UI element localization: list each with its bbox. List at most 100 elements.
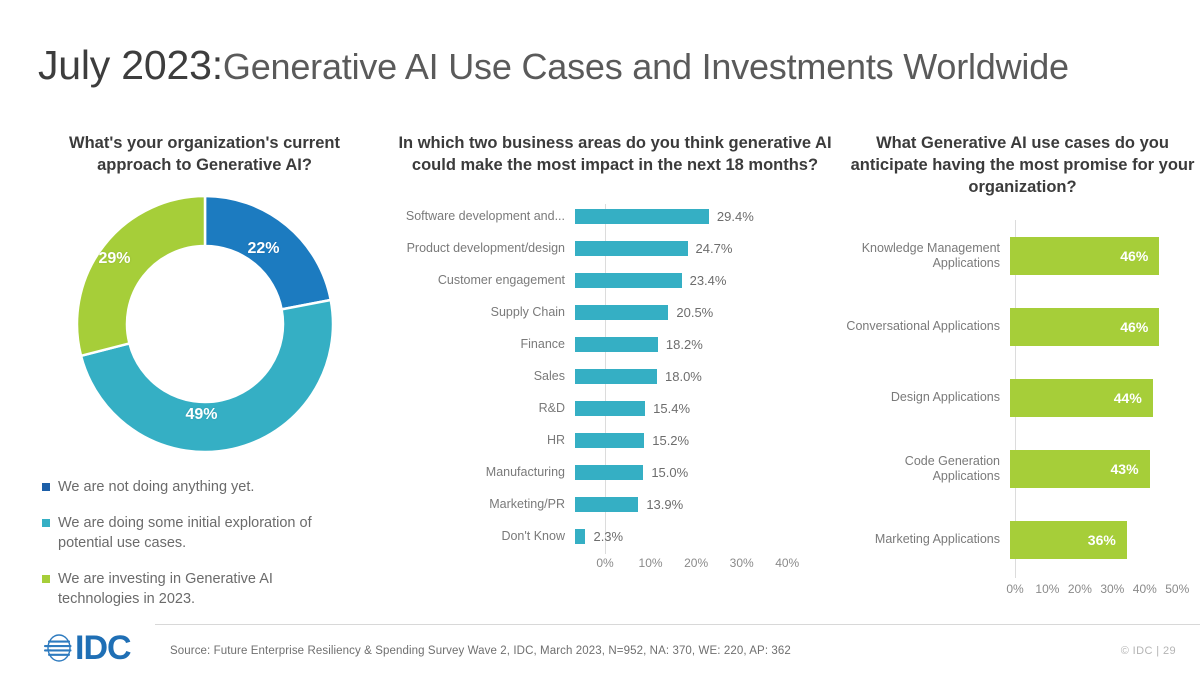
bar-track: 18.2% bbox=[575, 336, 835, 352]
bar-fill[interactable]: 36% bbox=[1010, 520, 1127, 559]
bar-row[interactable]: Product development/design 24.7% bbox=[395, 232, 835, 264]
bar-category-label: Don't Know bbox=[501, 528, 565, 543]
donut-slice-value-0: 22% bbox=[247, 240, 280, 257]
bar-fill[interactable] bbox=[575, 464, 644, 480]
footer-divider bbox=[155, 624, 1200, 625]
bar-track: 15.2% bbox=[575, 432, 835, 448]
bar-category-label: Marketing Applications bbox=[874, 532, 1000, 546]
bar-category-label: Supply Chain bbox=[490, 304, 565, 319]
donut-slice-2[interactable] bbox=[75, 194, 206, 358]
bar-fill[interactable] bbox=[575, 304, 669, 320]
bar-fill[interactable] bbox=[575, 528, 586, 544]
bar-category-label: Customer engagement bbox=[437, 272, 565, 287]
legend-swatch-icon bbox=[42, 483, 50, 491]
bar-value-label: 29.4% bbox=[716, 208, 754, 224]
bar-track: 2.3% bbox=[575, 528, 835, 544]
copyright-note: © IDC | 29 bbox=[1120, 645, 1176, 657]
bar-fill[interactable] bbox=[575, 272, 682, 288]
x-tick-label: 40% bbox=[775, 556, 800, 570]
bar-value-label: 2.3% bbox=[593, 528, 624, 544]
bar-value-label: 24.7% bbox=[695, 240, 733, 256]
bar-track: 46% bbox=[1010, 236, 1200, 275]
bar-value-label: 46% bbox=[1120, 247, 1149, 264]
bar-fill[interactable] bbox=[575, 496, 639, 512]
usecase-bar-rows: Knowledge Management Applications 46% Conv… bbox=[845, 220, 1200, 575]
bar-row[interactable]: Customer engagement 23.4% bbox=[395, 264, 835, 296]
bar-category-label: Knowledge Management Applications bbox=[861, 240, 1000, 270]
bar-row[interactable]: R&D 15.4% bbox=[395, 392, 835, 424]
bar-row[interactable]: Supply Chain 20.5% bbox=[395, 296, 835, 328]
page-title-strong: July 2023: bbox=[38, 42, 223, 88]
bar-track: 44% bbox=[1010, 378, 1200, 417]
x-tick-label: 20% bbox=[1067, 582, 1092, 596]
bar-row[interactable]: Marketing/PR 13.9% bbox=[395, 488, 835, 520]
bar-category-label: Sales bbox=[533, 368, 565, 383]
bar-track: 23.4% bbox=[575, 272, 835, 288]
bar-track: 43% bbox=[1010, 449, 1200, 488]
bar-row[interactable]: Sales 18.0% bbox=[395, 360, 835, 392]
bar-category-label: R&D bbox=[538, 400, 565, 415]
x-tick-label: 0% bbox=[596, 556, 614, 570]
bar-value-label: 18.0% bbox=[665, 368, 702, 384]
bar-value-label: 36% bbox=[1087, 531, 1116, 548]
legend-item-label: We are investing in Generative AI techno… bbox=[58, 571, 273, 607]
bar-row[interactable]: Marketing Applications 36% bbox=[845, 504, 1200, 575]
bar-row[interactable]: Don't Know 2.3% bbox=[395, 520, 835, 552]
panel-approach-title: What's your organization's current appro… bbox=[69, 134, 340, 174]
bar-row[interactable]: Design Applications 44% bbox=[845, 362, 1200, 433]
legend-item-0[interactable]: We are not doing anything yet. bbox=[42, 477, 377, 497]
x-tick-label: 20% bbox=[684, 556, 709, 570]
donut-slice-value-1: 49% bbox=[185, 406, 218, 423]
idc-globe-icon bbox=[44, 634, 72, 662]
bar-fill[interactable] bbox=[575, 368, 657, 384]
bar-fill[interactable] bbox=[575, 400, 646, 416]
bar-fill[interactable]: 44% bbox=[1010, 378, 1153, 417]
x-tick-label: 40% bbox=[1132, 582, 1157, 596]
x-tick-label: 10% bbox=[638, 556, 663, 570]
legend-item-2[interactable]: We are investing in Generative AI techno… bbox=[42, 569, 377, 609]
bar-fill[interactable] bbox=[575, 432, 645, 448]
footer: IDC Source: Future Enterprise Resiliency… bbox=[0, 621, 1200, 675]
bar-value-label: 18.2% bbox=[665, 336, 703, 352]
panel-usecases: What Generative AI use cases do you anti… bbox=[845, 132, 1200, 596]
legend-item-label: We are doing some initial exploration of… bbox=[58, 515, 312, 551]
bar-row[interactable]: Conversational Applications 46% bbox=[845, 291, 1200, 362]
bar-fill[interactable]: 43% bbox=[1010, 449, 1150, 488]
bar-fill[interactable] bbox=[575, 336, 658, 352]
bar-value-label: 15.0% bbox=[651, 464, 689, 480]
bar-fill[interactable]: 46% bbox=[1010, 307, 1160, 346]
bar-value-label: 13.9% bbox=[646, 496, 684, 512]
bar-category-label: Product development/design bbox=[406, 240, 565, 255]
bar-track: 20.5% bbox=[575, 304, 835, 320]
idc-logo: IDC bbox=[44, 631, 132, 665]
bar-fill[interactable]: 46% bbox=[1010, 236, 1160, 275]
bar-category-label: Code Generation Applications bbox=[904, 453, 1000, 483]
bar-row[interactable]: Code Generation Applications 43% bbox=[845, 433, 1200, 504]
bar-row[interactable]: HR 15.2% bbox=[395, 424, 835, 456]
bar-track: 46% bbox=[1010, 307, 1200, 346]
bar-value-label: 20.5% bbox=[676, 304, 714, 320]
bar-row[interactable]: Software development and... 29.4% bbox=[395, 200, 835, 232]
footer-divider-right bbox=[1058, 624, 1178, 625]
legend-item-1[interactable]: We are doing some initial exploration of… bbox=[42, 513, 377, 553]
bar-fill[interactable] bbox=[575, 208, 709, 224]
bar-row[interactable]: Finance 18.2% bbox=[395, 328, 835, 360]
bar-value-label: 15.2% bbox=[652, 432, 690, 448]
bar-row[interactable]: Knowledge Management Applications 46% bbox=[845, 220, 1200, 291]
donut-slice-value-2: 29% bbox=[98, 250, 131, 267]
bar-track: 15.4% bbox=[575, 400, 835, 416]
bar-track: 24.7% bbox=[575, 240, 835, 256]
legend-swatch-icon bbox=[42, 519, 50, 527]
bar-track: 13.9% bbox=[575, 496, 835, 512]
bar-row[interactable]: Manufacturing 15.0% bbox=[395, 456, 835, 488]
bar-value-label: 15.4% bbox=[653, 400, 691, 416]
page-title: July 2023:Generative AI Use Cases and In… bbox=[38, 42, 1069, 89]
bar-fill[interactable] bbox=[575, 240, 688, 256]
source-note: Source: Future Enterprise Resiliency & S… bbox=[170, 645, 791, 657]
bar-chart-impact: Software development and... 29.4% Product … bbox=[395, 200, 835, 570]
panel-approach: What's your organization's current appro… bbox=[32, 132, 377, 625]
bar-category-label: Manufacturing bbox=[485, 464, 565, 479]
bar-value-label: 46% bbox=[1120, 318, 1149, 335]
legend-item-label: We are not doing anything yet. bbox=[58, 479, 255, 495]
donut-legend: We are not doing anything yet. We are doi… bbox=[32, 477, 377, 609]
